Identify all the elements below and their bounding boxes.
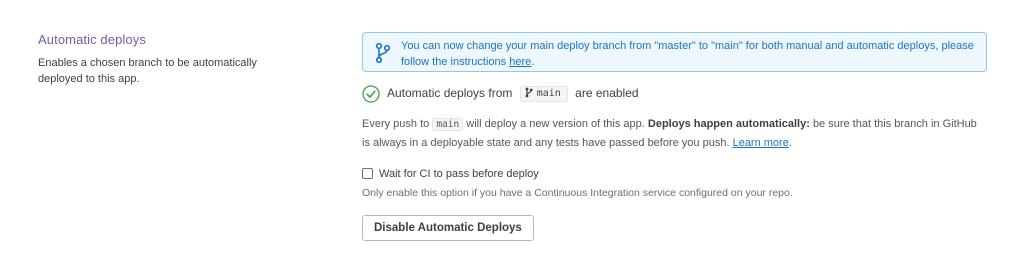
check-circle-icon (362, 85, 380, 103)
push-text-bold: Deploys happen automatically: (647, 118, 810, 130)
push-text-1: Every push to (362, 118, 430, 130)
ci-hint: Only enable this option if you have a Co… (362, 187, 793, 199)
section-description: Enables a chosen branch to be automatica… (38, 57, 257, 85)
notice-link-here[interactable]: here (509, 56, 531, 68)
push-description: Every push to main will deploy a new ver… (362, 115, 982, 153)
info-notice: You can now change your main deploy bran… (362, 32, 987, 72)
push-text-end: . (788, 137, 792, 149)
push-branch-code: main (432, 118, 464, 131)
notice-text-after: . (531, 56, 535, 68)
status-prefix: Automatic deploys from (387, 86, 513, 100)
status-row: Automatic deploys from main are enabled (362, 84, 987, 104)
disable-automatic-deploys-button[interactable]: Disable Automatic Deploys (362, 215, 534, 241)
notice-text-before: You can now change your main deploy bran… (401, 40, 974, 68)
ci-option-row[interactable]: Wait for CI to pass before deploy (362, 167, 987, 183)
branch-pill: main (519, 86, 568, 102)
section-content: You can now change your main deploy bran… (362, 32, 987, 241)
section-info: Automatic deploys Enables a chosen branc… (38, 32, 298, 87)
section-title: Automatic deploys (38, 32, 146, 47)
branch-name: main (536, 88, 561, 99)
learn-more-link[interactable]: Learn more (733, 137, 789, 149)
notice-text: You can now change your main deploy bran… (401, 38, 976, 70)
status-text: Automatic deploys from main are enabled (387, 86, 639, 102)
status-suffix: are enabled (575, 86, 639, 100)
git-branch-icon (375, 42, 391, 64)
push-text-2: will deploy a new version of this app. (466, 118, 645, 130)
git-branch-icon (525, 87, 533, 98)
ci-checkbox[interactable] (362, 168, 373, 179)
ci-checkbox-label[interactable]: Wait for CI to pass before deploy (379, 168, 539, 180)
